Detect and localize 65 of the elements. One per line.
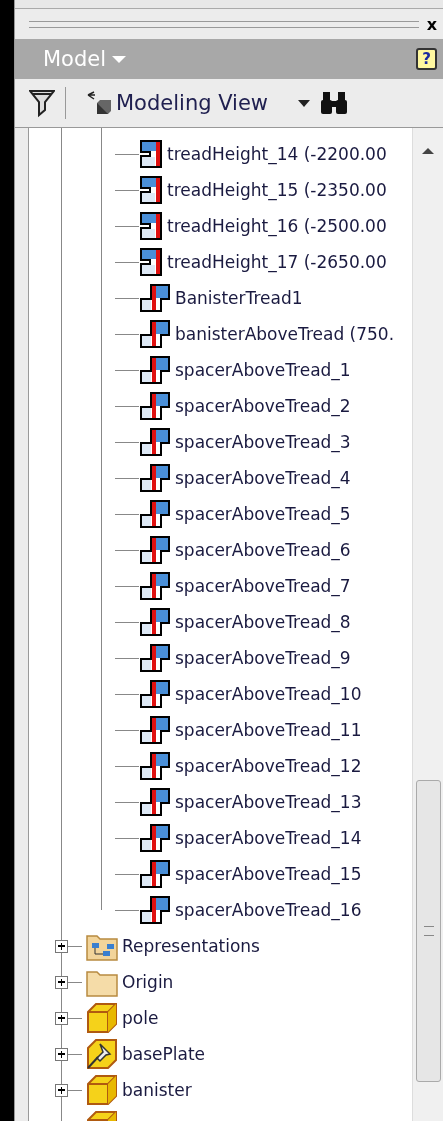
step-icon — [139, 715, 171, 745]
parameter-icon — [139, 211, 163, 241]
tree-item[interactable]: spacerAboveTread_11 — [175, 720, 362, 740]
tree-item[interactable]: spacerAboveTread_5 — [175, 504, 351, 524]
tree-item[interactable]: spacerAboveTread_2 — [175, 396, 351, 416]
tree-item[interactable]: banister — [122, 1080, 192, 1100]
step-icon — [139, 427, 171, 457]
step-icon — [139, 499, 171, 529]
step-icon — [139, 859, 171, 889]
step-icon — [139, 571, 171, 601]
binoculars-icon[interactable] — [320, 90, 349, 116]
step-icon — [139, 895, 171, 925]
step-icon — [139, 607, 171, 637]
step-icon — [139, 391, 171, 421]
expand-toggle[interactable] — [55, 1011, 68, 1025]
close-button[interactable]: x — [426, 14, 437, 34]
tree-item[interactable]: pole — [122, 1008, 159, 1028]
step-icon — [139, 751, 171, 781]
filter-icon[interactable] — [29, 88, 55, 118]
tree-item[interactable]: Origin — [122, 972, 174, 992]
tree-item[interactable]: spacerAboveTread_15 — [175, 864, 362, 884]
tree-item[interactable]: BanisterTread1 — [175, 288, 303, 308]
step-icon — [139, 535, 171, 565]
tree-item[interactable]: Representations — [122, 936, 260, 956]
tree-item[interactable]: spacerAboveTread_1 — [175, 360, 351, 380]
expand-toggle[interactable] — [55, 939, 68, 953]
expand-toggle[interactable] — [55, 1047, 68, 1061]
parameter-icon — [139, 139, 163, 169]
tree-item[interactable]: treadHeight_17 (-2650.00 — [167, 252, 387, 272]
view-dropdown[interactable]: Modeling View — [86, 90, 269, 116]
tree-item[interactable]: spacerAboveTread_8 — [175, 612, 351, 632]
view-icon — [86, 90, 112, 116]
tree-item[interactable]: spacerAboveTread_3 — [175, 432, 351, 452]
tree-item[interactable]: spacerAboveTread_13 — [175, 792, 362, 812]
grip-handle[interactable] — [29, 20, 419, 28]
step-icon — [139, 823, 171, 853]
step-icon — [139, 283, 171, 313]
cube-icon — [86, 1002, 118, 1034]
expand-toggle[interactable] — [55, 1083, 68, 1097]
parameter-icon — [139, 247, 163, 277]
tree-item[interactable]: spacerAboveTread_12 — [175, 756, 362, 776]
step-icon — [139, 787, 171, 817]
parameter-icon — [139, 175, 163, 205]
step-icon — [139, 679, 171, 709]
tree-item[interactable]: spacerAboveTread_14 — [175, 828, 362, 848]
tree-item[interactable]: spacerAboveTread_7 — [175, 576, 351, 596]
dropdown-arrow-icon[interactable] — [298, 99, 311, 107]
step-icon — [139, 643, 171, 673]
tree-item[interactable]: treadHeight_15 (-2350.00 — [167, 180, 387, 200]
tree-item[interactable]: spacerAboveTread_9 — [175, 648, 351, 668]
tree-item[interactable]: spacerAboveTread_4 — [175, 468, 351, 488]
tree-item[interactable]: treadHeight_16 (-2500.00 — [167, 216, 387, 236]
tree-item[interactable]: treadHeight_14 (-2200.00 — [167, 144, 387, 164]
tree-item[interactable]: spacerAboveTread_10 — [175, 684, 362, 704]
pinned-cube-icon — [86, 1038, 118, 1070]
step-icon — [139, 355, 171, 385]
tree-item[interactable]: spacerAboveTread_6 — [175, 540, 351, 560]
help-button[interactable]: ? — [416, 48, 437, 70]
cube-icon — [86, 1074, 118, 1106]
step-icon — [139, 463, 171, 493]
expand-toggle[interactable] — [55, 975, 68, 989]
tree-item[interactable]: spacerAboveTread_16 — [175, 900, 362, 920]
tree-item[interactable]: basePlate — [122, 1044, 206, 1064]
tree-item[interactable]: banisterAboveTread (750. — [175, 324, 395, 344]
step-icon — [139, 319, 171, 349]
